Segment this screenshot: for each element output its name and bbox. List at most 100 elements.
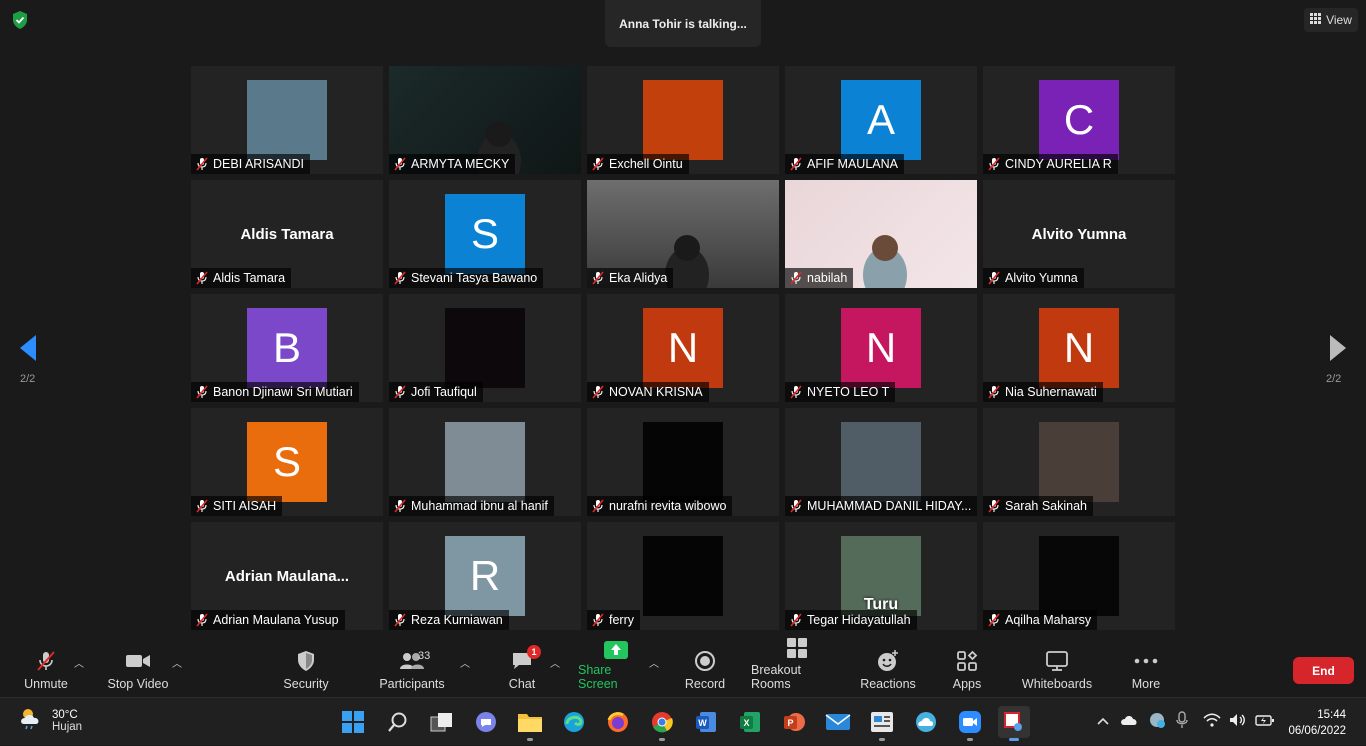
participant-tile[interactable]: Eka Alidya xyxy=(587,180,779,288)
participant-tile[interactable]: Turu Tegar Hidayatullah xyxy=(785,522,977,630)
participant-tile[interactable]: B Banon Djinawi Sri Mutiari xyxy=(191,294,383,402)
word-icon[interactable]: W xyxy=(690,706,722,738)
microphone-tray-icon[interactable] xyxy=(1176,710,1188,734)
participant-avatar: N xyxy=(1039,308,1119,388)
stop-video-button[interactable]: Stop Video xyxy=(106,645,170,697)
participant-profile-photo xyxy=(643,536,723,616)
reactions-button[interactable]: Reactions xyxy=(860,645,916,697)
mail-icon[interactable] xyxy=(822,706,854,738)
powerpoint-icon[interactable]: P xyxy=(778,706,810,738)
participant-name-bar: Adrian Maulana Yusup xyxy=(191,610,345,630)
participant-tile[interactable]: nabilah xyxy=(785,180,977,288)
breakout-rooms-button[interactable]: Breakout Rooms xyxy=(751,638,843,697)
next-page-arrow-icon[interactable] xyxy=(1328,333,1348,363)
breakout-rooms-label: Breakout Rooms xyxy=(751,663,802,691)
teams-chat-icon[interactable] xyxy=(470,706,502,738)
chat-button[interactable]: 1 Chat xyxy=(502,645,542,697)
share-screen-button[interactable]: Share Screen xyxy=(578,641,654,697)
weather-app-icon[interactable] xyxy=(910,706,942,738)
svg-text:P: P xyxy=(787,718,793,728)
quick-settings[interactable] xyxy=(1203,698,1275,746)
participant-avatar: R xyxy=(445,536,525,616)
view-button[interactable]: View xyxy=(1304,8,1358,32)
whiteboards-button[interactable]: Whiteboards xyxy=(1019,645,1095,697)
search-icon[interactable] xyxy=(382,706,414,738)
muted-mic-icon xyxy=(789,499,803,513)
participant-tile[interactable]: C CINDY AURELIA R xyxy=(983,66,1175,174)
participant-name-bar: ARMYTA MECKY xyxy=(389,154,516,174)
reactions-label: Reactions xyxy=(860,677,916,691)
video-options-chevron-icon[interactable]: ︿ xyxy=(172,655,182,670)
system-clock[interactable]: 15:44 06/06/2022 xyxy=(1288,707,1346,739)
share-options-chevron-icon[interactable]: ︿ xyxy=(649,655,659,670)
participant-tile[interactable]: nurafni revita wibowo xyxy=(587,408,779,516)
participant-tile[interactable]: Alvito Yumna Alvito Yumna xyxy=(983,180,1175,288)
record-button[interactable]: Record xyxy=(682,645,728,697)
participant-tile[interactable]: N NOVAN KRISNA xyxy=(587,294,779,402)
snipping-tool-icon[interactable] xyxy=(998,706,1030,741)
excel-icon[interactable]: X xyxy=(734,706,766,738)
chat-options-chevron-icon[interactable]: ︿ xyxy=(550,655,560,670)
audio-options-chevron-icon[interactable]: ︿ xyxy=(74,655,84,670)
system-tray xyxy=(1096,698,1188,746)
security-button[interactable]: Security xyxy=(280,645,332,697)
muted-mic-icon xyxy=(591,157,605,171)
battery-charging-icon xyxy=(1255,713,1275,732)
windows-start-icon[interactable] xyxy=(337,706,369,738)
participant-tile[interactable]: DEBI ARISANDI xyxy=(191,66,383,174)
onedrive-cloud-icon[interactable] xyxy=(1120,713,1138,731)
participant-tile[interactable]: N NYETO LEO T xyxy=(785,294,977,402)
participant-gallery: DEBI ARISANDI ARMYTA MECKY Exchell Ointu A A… xyxy=(191,66,1175,630)
participant-name-bar: nabilah xyxy=(785,268,854,288)
participant-name-bar: Reza Kurniawan xyxy=(389,610,509,630)
muted-mic-icon xyxy=(591,271,605,285)
participant-tile[interactable]: N Nia Suhernawati xyxy=(983,294,1175,402)
participant-name-bar: Banon Djinawi Sri Mutiari xyxy=(191,382,359,402)
participant-tile[interactable]: Jofi Taufiqul xyxy=(389,294,581,402)
vpn-globe-icon[interactable] xyxy=(1148,711,1166,734)
apps-button[interactable]: Apps xyxy=(948,645,986,697)
participant-name: NYETO LEO T xyxy=(807,385,890,399)
participants-label: Participants xyxy=(379,677,445,691)
participant-tile[interactable]: S Stevani Tasya Bawano xyxy=(389,180,581,288)
zoom-app-icon[interactable] xyxy=(954,706,986,741)
weather-widget[interactable]: 30°C Hujan xyxy=(18,706,82,735)
participant-name: nabilah xyxy=(807,271,848,285)
participant-tile[interactable]: ARMYTA MECKY xyxy=(389,66,581,174)
participant-profile-photo xyxy=(643,422,723,502)
participant-tile[interactable]: MUHAMMAD DANIL HIDAY... xyxy=(785,408,977,516)
file-explorer-icon[interactable] xyxy=(514,706,546,741)
participant-tile[interactable]: A AFIF MAULANA xyxy=(785,66,977,174)
participant-name: SITI AISAH xyxy=(213,499,277,513)
participant-tile[interactable]: Muhammad ibnu al hanif xyxy=(389,408,581,516)
active-speaker-banner: Anna Tohir is talking... xyxy=(605,0,761,47)
participant-name: Aqilha Maharsy xyxy=(1005,613,1092,627)
participant-tile[interactable]: S SITI AISAH xyxy=(191,408,383,516)
participants-button[interactable]: 33 Participants xyxy=(376,645,448,697)
muted-mic-icon xyxy=(393,157,407,171)
participant-tile[interactable]: Aldis Tamara Aldis Tamara xyxy=(191,180,383,288)
apps-icon xyxy=(954,649,980,673)
task-view-icon[interactable] xyxy=(426,706,458,738)
participant-tile[interactable]: Aqilha Maharsy xyxy=(983,522,1175,630)
chrome-icon[interactable] xyxy=(646,706,678,741)
participant-tile[interactable]: Sarah Sakinah xyxy=(983,408,1175,516)
edge-browser-icon[interactable] xyxy=(558,706,590,738)
participant-tile[interactable]: Adrian Maulana... Adrian Maulana Yusup xyxy=(191,522,383,630)
encryption-shield-icon[interactable] xyxy=(10,10,30,30)
participant-name: MUHAMMAD DANIL HIDAY... xyxy=(807,499,972,513)
wifi-icon xyxy=(1203,712,1221,732)
participant-avatar: S xyxy=(247,422,327,502)
previous-page-arrow-icon[interactable] xyxy=(18,333,38,363)
more-button[interactable]: More xyxy=(1128,645,1164,697)
unmute-button[interactable]: Unmute xyxy=(20,645,72,697)
chevron-up-icon[interactable] xyxy=(1096,713,1110,731)
participant-tile[interactable]: ferry xyxy=(587,522,779,630)
firefox-icon[interactable] xyxy=(602,706,634,738)
news-app-icon[interactable] xyxy=(866,706,898,741)
participant-tile[interactable]: R Reza Kurniawan xyxy=(389,522,581,630)
participant-tile[interactable]: Exchell Ointu xyxy=(587,66,779,174)
participants-options-chevron-icon[interactable]: ︿ xyxy=(460,655,470,670)
rain-cloud-icon xyxy=(18,706,44,735)
end-meeting-button[interactable]: End xyxy=(1293,657,1354,684)
